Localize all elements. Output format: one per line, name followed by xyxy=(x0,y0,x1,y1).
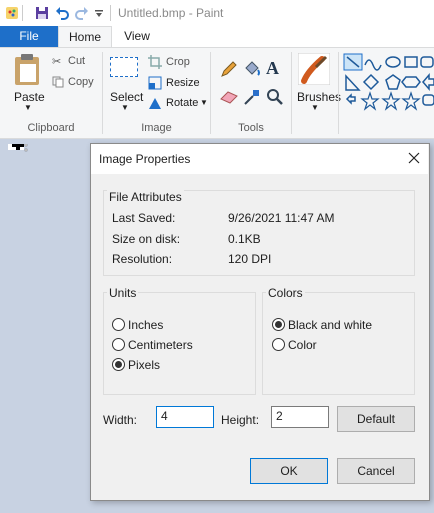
color-picker-icon[interactable] xyxy=(243,88,261,106)
units-legend: Units xyxy=(107,286,139,300)
size-on-disk-label: Size on disk: xyxy=(112,232,181,246)
resolution-value: 120 DPI xyxy=(228,252,272,266)
dialog-title-bar: Image Properties xyxy=(91,144,428,174)
paste-dropdown-icon[interactable]: ▼ xyxy=(24,103,32,112)
centimeters-label[interactable]: Centimeters xyxy=(128,338,193,352)
width-label: Width: xyxy=(103,413,138,427)
select-button[interactable]: Select xyxy=(110,90,143,104)
default-button[interactable]: Default xyxy=(337,406,415,432)
customize-toolbar-icon[interactable] xyxy=(95,10,103,18)
color-radio[interactable] xyxy=(272,338,285,351)
pencil-icon[interactable] xyxy=(220,60,238,78)
text-tool-icon[interactable]: A xyxy=(266,58,279,79)
last-saved-label: Last Saved: xyxy=(112,211,176,225)
crop-button[interactable]: Crop xyxy=(166,56,190,68)
inches-radio[interactable] xyxy=(112,318,125,331)
rotate-icon xyxy=(149,98,161,109)
redo-icon[interactable] xyxy=(74,5,90,21)
bitmap-canvas[interactable] xyxy=(8,144,28,152)
black-and-white-label[interactable]: Black and white xyxy=(288,318,372,332)
height-label: Height: xyxy=(221,413,260,427)
resize-button[interactable]: Resize xyxy=(166,77,200,89)
resolution-label: Resolution: xyxy=(112,252,173,266)
paste-icon[interactable] xyxy=(12,53,42,87)
cut-icon: ✂ xyxy=(52,56,62,68)
color-label[interactable]: Color xyxy=(288,338,317,352)
rotate-button[interactable]: Rotate xyxy=(166,97,198,109)
window-title: Untitled.bmp - Paint xyxy=(118,6,224,20)
close-icon[interactable] xyxy=(404,148,424,168)
brushes-button[interactable]: Brushes xyxy=(297,90,341,104)
crop-icon xyxy=(148,55,162,69)
height-input[interactable]: 2 xyxy=(271,406,329,428)
undo-icon[interactable] xyxy=(54,5,70,21)
centimeters-radio[interactable] xyxy=(112,338,125,351)
ok-button[interactable]: OK xyxy=(250,458,328,484)
width-input[interactable]: 4 xyxy=(156,406,214,428)
file-attributes-legend: File Attributes xyxy=(107,190,184,204)
copy-button[interactable]: Copy xyxy=(68,76,94,88)
rotate-dropdown-icon[interactable]: ▼ xyxy=(200,98,208,107)
clipboard-group-label: Clipboard xyxy=(27,122,75,134)
group-divider xyxy=(291,52,292,134)
magnifier-icon[interactable] xyxy=(266,88,284,106)
select-dropdown-icon[interactable]: ▼ xyxy=(121,103,129,112)
tools-group-label: Tools xyxy=(238,122,264,134)
last-saved-value: 9/26/2021 11:47 AM xyxy=(228,211,335,225)
inches-label[interactable]: Inches xyxy=(128,318,163,332)
copy-icon xyxy=(52,76,64,88)
brushes-dropdown-icon[interactable]: ▼ xyxy=(311,103,319,112)
pixels-radio[interactable] xyxy=(112,358,125,371)
tab-file[interactable]: File xyxy=(0,26,58,47)
size-on-disk-value: 0.1KB xyxy=(228,232,261,246)
group-divider xyxy=(338,52,339,134)
brushes-icon[interactable] xyxy=(298,53,330,85)
fill-bucket-icon[interactable] xyxy=(243,60,261,78)
resize-icon xyxy=(148,76,162,90)
paint-app-icon xyxy=(6,7,18,19)
cancel-button[interactable]: Cancel xyxy=(337,458,415,484)
save-icon[interactable] xyxy=(34,5,50,21)
title-bar: Untitled.bmp - Paint xyxy=(0,0,434,26)
eraser-icon[interactable] xyxy=(220,90,238,104)
black-and-white-radio[interactable] xyxy=(272,318,285,331)
dialog-title: Image Properties xyxy=(99,152,191,166)
colors-legend: Colors xyxy=(266,286,305,300)
tab-view[interactable]: View xyxy=(112,26,162,47)
select-icon[interactable] xyxy=(110,57,138,77)
pixels-label[interactable]: Pixels xyxy=(128,358,160,372)
cut-button[interactable]: Cut xyxy=(68,55,85,67)
paste-button[interactable]: Paste xyxy=(14,90,45,104)
tab-home[interactable]: Home xyxy=(58,26,112,47)
shapes-gallery[interactable] xyxy=(343,53,434,113)
image-group-label: Image xyxy=(141,122,172,134)
